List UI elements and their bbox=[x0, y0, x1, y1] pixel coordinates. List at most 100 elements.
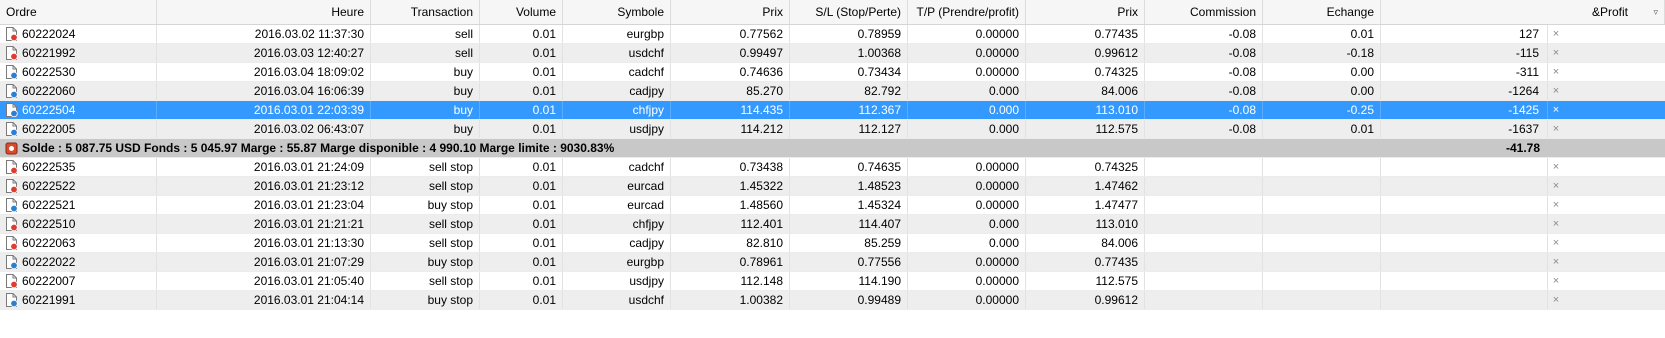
cell bbox=[1145, 177, 1263, 195]
cell: 0.77562 bbox=[671, 25, 790, 43]
cell: 60222060 bbox=[0, 82, 157, 100]
cell: 114.407 bbox=[790, 215, 908, 233]
cell: 2016.03.01 21:04:14 bbox=[157, 291, 371, 309]
close-order-icon[interactable]: × bbox=[1548, 63, 1564, 81]
pending-order-row[interactable]: 60222007 2016.03.01 21:05:40 sell stop 0.01… bbox=[0, 272, 1665, 291]
cell: 0.01 bbox=[480, 63, 563, 81]
cell: buy bbox=[371, 63, 480, 81]
cell: 0.00000 bbox=[908, 44, 1026, 62]
pending-order-row[interactable]: 60222510 2016.03.01 21:21:21 sell stop 0.01… bbox=[0, 215, 1665, 234]
order-buy-icon bbox=[6, 122, 18, 136]
total-profit: -41.78 bbox=[1505, 141, 1540, 155]
cell: 1.48560 bbox=[671, 196, 790, 214]
cell bbox=[1145, 272, 1263, 290]
cell: cadjpy bbox=[563, 234, 671, 252]
cell: 0.00000 bbox=[908, 291, 1026, 309]
cell: 0.99489 bbox=[790, 291, 908, 309]
cell: 0.01 bbox=[480, 291, 563, 309]
column-header[interactable]: Prix bbox=[671, 0, 790, 24]
cell bbox=[1381, 158, 1548, 176]
cell: usdjpy bbox=[563, 120, 671, 138]
close-order-icon[interactable]: × bbox=[1548, 158, 1564, 176]
column-header[interactable]: S/L (Stop/Perte) bbox=[790, 0, 908, 24]
order-buy-icon bbox=[6, 255, 18, 269]
column-header[interactable]: Commission bbox=[1145, 0, 1263, 24]
close-order-icon[interactable]: × bbox=[1548, 291, 1564, 309]
sort-indicator-icon[interactable]: ▿ bbox=[1653, 0, 1658, 24]
close-order-icon[interactable]: × bbox=[1548, 177, 1564, 195]
close-order-icon[interactable]: × bbox=[1548, 215, 1564, 233]
column-header[interactable]: Echange bbox=[1263, 0, 1381, 24]
cell: 0.000 bbox=[908, 82, 1026, 100]
cell: 2016.03.01 21:23:12 bbox=[157, 177, 371, 195]
column-header[interactable]: Prix bbox=[1026, 0, 1145, 24]
cell: 0.77435 bbox=[1026, 253, 1145, 271]
order-sell-icon bbox=[6, 217, 18, 231]
column-header[interactable]: Volume bbox=[480, 0, 563, 24]
account-summary-row: Solde : 5 087.75 USD Fonds : 5 045.97 Ma… bbox=[0, 139, 1665, 158]
pending-order-row[interactable]: 60222063 2016.03.01 21:13:30 sell stop 0.01… bbox=[0, 234, 1665, 253]
pending-order-row[interactable]: 60222535 2016.03.01 21:24:09 sell stop 0.01… bbox=[0, 158, 1665, 177]
cell: -0.18 bbox=[1263, 44, 1381, 62]
cell: 0.74635 bbox=[790, 158, 908, 176]
close-order-icon[interactable]: × bbox=[1548, 120, 1564, 138]
cell: -311 bbox=[1381, 63, 1548, 81]
cell: sell bbox=[371, 44, 480, 62]
cell bbox=[1145, 253, 1263, 271]
pending-order-row[interactable]: 60222521 2016.03.01 21:23:04 buy stop 0.01 e… bbox=[0, 196, 1665, 215]
cell: 0.74636 bbox=[671, 63, 790, 81]
close-order-icon[interactable]: × bbox=[1548, 234, 1564, 252]
cell: 0.000 bbox=[908, 234, 1026, 252]
cell: usdchf bbox=[563, 44, 671, 62]
column-header[interactable]: &Profit bbox=[1381, 0, 1665, 24]
close-order-icon[interactable]: × bbox=[1548, 25, 1564, 43]
cell: -0.25 bbox=[1263, 101, 1381, 119]
cell: 2016.03.01 21:24:09 bbox=[157, 158, 371, 176]
close-order-icon[interactable]: × bbox=[1548, 101, 1564, 119]
cell: 60221992 bbox=[0, 44, 157, 62]
column-header[interactable]: Symbole bbox=[563, 0, 671, 24]
cell: chfjpy bbox=[563, 101, 671, 119]
order-buy-icon bbox=[6, 293, 18, 307]
order-row[interactable]: 60222024 2016.03.02 11:37:30 sell 0.01 eurgb… bbox=[0, 25, 1665, 44]
cell: 2016.03.01 22:03:39 bbox=[157, 101, 371, 119]
cell: 1.45322 bbox=[671, 177, 790, 195]
cell bbox=[1263, 196, 1381, 214]
cell: buy stop bbox=[371, 196, 480, 214]
order-sell-icon bbox=[6, 179, 18, 193]
cell: -0.08 bbox=[1145, 63, 1263, 81]
order-sell-icon bbox=[6, 46, 18, 60]
cell: cadchf bbox=[563, 63, 671, 81]
cell: 60222504 bbox=[0, 101, 157, 119]
cell: 60221991 bbox=[0, 291, 157, 309]
cell: cadchf bbox=[563, 158, 671, 176]
order-row[interactable]: 60221992 2016.03.03 12:40:27 sell 0.01 usdch… bbox=[0, 44, 1665, 63]
close-order-icon[interactable]: × bbox=[1548, 44, 1564, 62]
cell: 82.792 bbox=[790, 82, 908, 100]
pending-order-row[interactable]: 60222022 2016.03.01 21:07:29 buy stop 0.01 e… bbox=[0, 253, 1665, 272]
close-order-icon[interactable]: × bbox=[1548, 196, 1564, 214]
column-header[interactable]: Ordre bbox=[0, 0, 157, 24]
close-order-icon[interactable]: × bbox=[1548, 272, 1564, 290]
cell: sell stop bbox=[371, 272, 480, 290]
cell: 1.45324 bbox=[790, 196, 908, 214]
order-row[interactable]: 60222530 2016.03.04 18:09:02 buy 0.01 cadchf… bbox=[0, 63, 1665, 82]
pending-order-row[interactable]: 60222522 2016.03.01 21:23:12 sell stop 0.01… bbox=[0, 177, 1665, 196]
order-row[interactable]: 60222005 2016.03.02 06:43:07 buy 0.01 usdjpy… bbox=[0, 120, 1665, 139]
cell: 112.575 bbox=[1026, 120, 1145, 138]
order-row[interactable]: 60222504 2016.03.01 22:03:39 buy 0.01 chfjpy… bbox=[0, 101, 1665, 120]
pending-order-row[interactable]: 60221991 2016.03.01 21:04:14 buy stop 0.01 u… bbox=[0, 291, 1665, 310]
column-header[interactable]: Heure bbox=[157, 0, 371, 24]
cell: 2016.03.03 12:40:27 bbox=[157, 44, 371, 62]
cell bbox=[1381, 272, 1548, 290]
close-order-icon[interactable]: × bbox=[1548, 253, 1564, 271]
column-header[interactable]: Transaction bbox=[371, 0, 480, 24]
cell: usdjpy bbox=[563, 272, 671, 290]
cell: chfjpy bbox=[563, 215, 671, 233]
order-row[interactable]: 60222060 2016.03.04 16:06:39 buy 0.01 cadjpy… bbox=[0, 82, 1665, 101]
cell bbox=[1381, 215, 1548, 233]
cell: 60222535 bbox=[0, 158, 157, 176]
cell: 0.01 bbox=[480, 196, 563, 214]
close-order-icon[interactable]: × bbox=[1548, 82, 1564, 100]
column-header[interactable]: T/P (Prendre/profit) bbox=[908, 0, 1026, 24]
